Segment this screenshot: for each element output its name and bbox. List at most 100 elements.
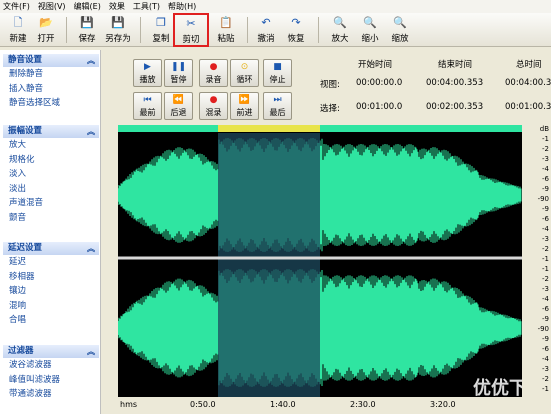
- collapse-icon[interactable]: ︽: [87, 125, 95, 138]
- waveform-canvas[interactable]: [118, 125, 522, 397]
- sidebar-item[interactable]: 峰值叫滤波器: [3, 373, 99, 388]
- forward-button[interactable]: ⏩ 前进: [230, 92, 259, 120]
- menu-help[interactable]: 帮助(H): [168, 1, 196, 12]
- back-button[interactable]: ⏪ 后退: [164, 92, 193, 120]
- save-label: 保存: [78, 34, 96, 44]
- sidebar-item[interactable]: 淡入: [3, 167, 99, 182]
- selection-total-value: 00:01:00.353: [505, 102, 551, 112]
- db-tick: -6: [542, 305, 549, 313]
- menu-tools[interactable]: 工具(T): [133, 1, 160, 12]
- cut-button[interactable]: ✂ 剪切: [173, 13, 209, 47]
- open-button[interactable]: 📂 打开: [29, 14, 63, 46]
- skip-first-icon: ⏮: [143, 95, 152, 105]
- menu-file[interactable]: 文件(F): [3, 1, 30, 12]
- menu-bar: 文件(F) 视图(V) 编辑(E) 效果 工具(T) 帮助(H): [0, 0, 551, 13]
- sidebar-item[interactable]: 镶边: [3, 284, 99, 299]
- db-tick: -9: [542, 205, 549, 213]
- db-tick: -2: [542, 375, 549, 383]
- save-as-label: 另存为: [105, 34, 131, 44]
- last-button[interactable]: ⏭ 最后: [263, 92, 292, 120]
- db-tick: -1: [542, 385, 549, 393]
- sidebar-item[interactable]: 颤音: [3, 211, 99, 226]
- save-button[interactable]: 💾 保存: [70, 14, 104, 46]
- db-tick: -3: [542, 285, 549, 293]
- last-label: 最后: [269, 108, 286, 117]
- skip-last-icon: ⏭: [273, 95, 282, 105]
- sidebar-item[interactable]: 延迟: [3, 255, 99, 270]
- paste-icon: 📋: [219, 16, 233, 29]
- menu-edit[interactable]: 编辑(E): [74, 1, 101, 12]
- sidebar-item[interactable]: 淡出: [3, 182, 99, 197]
- db-tick: -9: [542, 335, 549, 343]
- record-icon: ●: [209, 95, 218, 105]
- panel-amplitude-header[interactable]: 振幅设置 ︽: [3, 125, 99, 138]
- panel-title: 振幅设置: [8, 126, 43, 136]
- ruler-tick: 2:30.0: [350, 400, 376, 409]
- start-time-header: 开始时间: [358, 60, 393, 70]
- record-icon: ●: [209, 62, 218, 72]
- loop-button[interactable]: ⊙ 循环: [230, 59, 259, 87]
- sidebar-item[interactable]: 静音选择区域: [3, 96, 99, 111]
- sidebar-item[interactable]: 插入静音: [3, 82, 99, 97]
- loop-label: 循环: [236, 75, 253, 84]
- zoom-in-button[interactable]: 🔍 放大: [323, 14, 357, 46]
- sidebar-item[interactable]: 删除静音: [3, 67, 99, 82]
- db-tick: -90: [537, 195, 549, 203]
- play-label: 播放: [139, 75, 156, 84]
- view-start-value: 00:00:00.0: [356, 78, 403, 88]
- db-tick: dB: [539, 125, 549, 133]
- selection-start-value: 00:01:00.0: [356, 102, 403, 112]
- collapse-icon[interactable]: ︽: [87, 345, 95, 358]
- sidebar-item[interactable]: 移相器: [3, 270, 99, 285]
- menu-view[interactable]: 视图(V): [38, 1, 66, 12]
- selection-region[interactable]: [218, 133, 320, 397]
- ruler-tick: 0:50.0: [190, 400, 216, 409]
- panel-title: 过滤器: [8, 346, 34, 356]
- record-label: 录音: [205, 75, 222, 84]
- pause-button[interactable]: ❚❚ 暂停: [164, 59, 193, 87]
- db-tick: -3: [542, 235, 549, 243]
- zoom-icon: 🔍: [393, 16, 407, 29]
- selection-label: 选择:: [320, 104, 340, 114]
- sidebar-item[interactable]: 带通滤波器: [3, 387, 99, 402]
- fast-forward-icon: ⏩: [238, 95, 251, 105]
- toolbar-divider: [247, 17, 248, 43]
- record-button[interactable]: ● 录音: [199, 59, 228, 87]
- transport-controls: ▶ 播放 ❚❚ 暂停 ● 录音 ⊙ 循环 ■ 停止 ⏮ 最前 ⏪ 后退 ● 混录 ⏩ 前进 ⏭ 最后: [118, 55, 298, 121]
- play-button[interactable]: ▶ 播放: [133, 59, 162, 87]
- new-file-icon: 🗋: [13, 16, 23, 29]
- time-ruler: hms 0:50.0 1:40.0 2:30.0 3:20.0: [118, 397, 551, 414]
- first-button[interactable]: ⏮ 最前: [133, 92, 162, 120]
- paste-label: 粘贴: [217, 34, 235, 44]
- sidebar-item[interactable]: 放大: [3, 138, 99, 153]
- zoom-out-label: 缩小: [361, 34, 379, 44]
- sidebar-item[interactable]: 规格化: [3, 153, 99, 168]
- end-time-header: 结束时间: [438, 60, 473, 70]
- collapse-icon[interactable]: ︽: [87, 54, 95, 67]
- panel-filters-header[interactable]: 过滤器 ︽: [3, 345, 99, 358]
- back-label: 后退: [170, 108, 187, 117]
- paste-button[interactable]: 📋 粘贴: [209, 14, 243, 46]
- undo-button[interactable]: ↶ 撤消: [249, 14, 283, 46]
- scissors-icon: ✂: [186, 17, 196, 30]
- mix-record-label: 混录: [205, 108, 222, 117]
- redo-button[interactable]: ↷ 恢复: [279, 14, 313, 46]
- stop-button[interactable]: ■ 停止: [263, 59, 292, 87]
- sidebar-item[interactable]: 混响: [3, 299, 99, 314]
- db-tick: -4: [542, 165, 549, 173]
- waveform-view[interactable]: 优优下载: [118, 125, 551, 414]
- panel-delay-header[interactable]: 延迟设置 ︽: [3, 242, 99, 255]
- panel-silence-header[interactable]: 静音设置 ︽: [3, 54, 99, 67]
- sidebar-item[interactable]: 声道混音: [3, 196, 99, 211]
- menu-effects[interactable]: 效果: [109, 1, 125, 12]
- zoom-in-label: 放大: [331, 34, 349, 44]
- mix-record-button[interactable]: ● 混录: [199, 92, 228, 120]
- sidebar-item[interactable]: 合唱: [3, 313, 99, 328]
- overview-selection[interactable]: [218, 125, 320, 132]
- zoom-button[interactable]: 🔍 缩放: [383, 14, 417, 46]
- save-as-button[interactable]: 💾 另存为: [101, 14, 135, 46]
- zoom-out-button[interactable]: 🔍 缩小: [353, 14, 387, 46]
- collapse-icon[interactable]: ︽: [87, 242, 95, 255]
- db-tick: -9: [542, 185, 549, 193]
- sidebar-item[interactable]: 波谷滤波器: [3, 358, 99, 373]
